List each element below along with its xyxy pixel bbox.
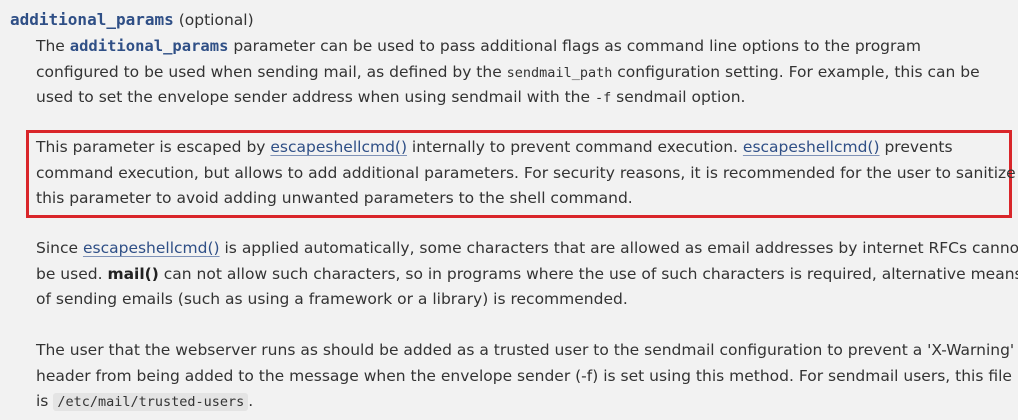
inline-code-trusted-users-path: /etc/mail/trusted-users <box>53 393 249 411</box>
inline-code-f-option: -f <box>594 90 612 106</box>
parameter-name: additional_params <box>10 10 174 29</box>
escaping-note-paragraph: This parameter is escaped by escapeshell… <box>36 138 1016 207</box>
description-paragraph: The additional_params parameter can be u… <box>36 37 980 106</box>
optional-label: (optional) <box>178 11 254 29</box>
escapeshellcmd-link[interactable]: escapeshellcmd() <box>270 138 407 156</box>
parameter-term: additional_params (optional) <box>10 9 254 31</box>
inline-code-sendmail-path: sendmail_path <box>506 64 613 81</box>
characters-note-paragraph: Since escapeshellcmd() is applied automa… <box>36 239 1018 308</box>
inline-code-parameter: additional_params <box>69 37 229 55</box>
trusted-user-paragraph: The user that the webserver runs as shou… <box>36 341 1015 411</box>
mail-function-name: mail() <box>107 264 159 283</box>
escapeshellcmd-link[interactable]: escapeshellcmd() <box>83 239 220 257</box>
escapeshellcmd-link[interactable]: escapeshellcmd() <box>743 138 880 156</box>
